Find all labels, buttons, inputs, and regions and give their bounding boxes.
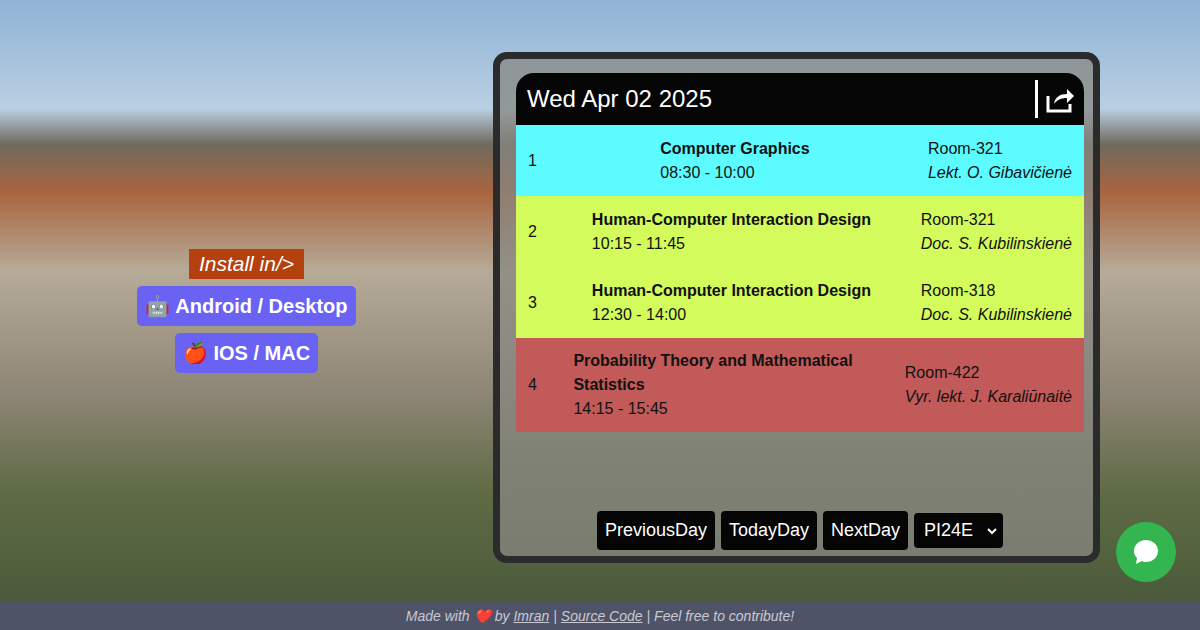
footer-text: | [553, 608, 557, 624]
lesson-time: 12:30 - 14:00 [592, 303, 871, 327]
lesson-room-cell: Room-422Vyr. lekt. J. Karaliūnaitė [905, 361, 1072, 409]
lesson-number: 2 [528, 223, 542, 241]
lesson-time: 08:30 - 10:00 [660, 161, 809, 185]
footer-text: ❤️ [474, 608, 491, 624]
lesson-room: Room-318 [921, 279, 1072, 303]
lesson-room-cell: Room-321Doc. S. Kubilinskienė [921, 208, 1072, 256]
lesson-room-cell: Room-321Lekt. O. Gibavičienė [928, 137, 1072, 185]
lesson-number: 4 [528, 376, 542, 394]
lesson-subject: Probability Theory and Mathematical Stat… [573, 349, 873, 397]
nav-button[interactable]: NextDay [823, 511, 908, 550]
lesson-teacher: Doc. S. Kubilinskienė [921, 303, 1072, 327]
schedule-header: Wed Apr 02 2025 [516, 73, 1084, 125]
nav-button[interactable]: TodayDay [721, 511, 817, 550]
lesson-teacher: Doc. S. Kubilinskienė [921, 232, 1072, 256]
lesson-row: 1Computer Graphics08:30 - 10:00Room-321L… [516, 125, 1084, 196]
chevron-down-icon [987, 527, 997, 535]
lesson-number: 1 [528, 152, 542, 170]
install-button[interactable]: 🤖 Android / Desktop [137, 286, 355, 326]
lesson-subject: Human-Computer Interaction Design [592, 279, 871, 303]
footer: Made with❤️byImran|Source Code| Feel fre… [0, 602, 1200, 630]
footer-link[interactable]: Imran [513, 608, 549, 624]
lesson-subject-cell: Human-Computer Interaction Design12:30 -… [548, 279, 915, 327]
footer-text: Made with [406, 608, 470, 624]
lesson-subject: Human-Computer Interaction Design [592, 208, 871, 232]
lesson-row: 2 Human-Computer Interaction Design10:15 … [516, 196, 1084, 267]
install-section: Install in/> 🤖 Android / Desktop 🍎 IOS / M… [0, 0, 493, 602]
lesson-room: Room-321 [921, 208, 1072, 232]
chat-button[interactable] [1116, 522, 1176, 582]
share-icon [1044, 84, 1076, 114]
lesson-teacher: Vyr. lekt. J. Karaliūnaitė [905, 385, 1072, 409]
schedule-panel: Wed Apr 02 2025 1 Computer Graphics08:30 -… [493, 52, 1100, 563]
footer-link[interactable]: Source Code [561, 608, 643, 624]
lesson-time: 14:15 - 15:45 [573, 397, 873, 421]
lesson-room: Room-321 [928, 137, 1072, 161]
lesson-subject-cell: Human-Computer Interaction Design10:15 -… [548, 208, 915, 256]
chat-icon [1131, 537, 1161, 567]
lesson-subject-cell: Computer Graphics08:30 - 10:00 [548, 137, 922, 185]
nav-button[interactable]: PreviousDay [597, 511, 715, 550]
lesson-teacher: Lekt. O. Gibavičienė [928, 161, 1072, 185]
background-photo: Install in/> 🤖 Android / Desktop 🍎 IOS / M… [0, 0, 1200, 602]
share-button[interactable] [1035, 80, 1078, 118]
day-navigation: PreviousDayTodayDayNextDayPI24E [516, 511, 1084, 550]
footer-text: | Feel free to contribute! [647, 608, 795, 624]
lesson-subject-cell: Probability Theory and Mathematical Stat… [548, 349, 899, 421]
group-select[interactable]: PI24E [914, 513, 1003, 548]
date-title: Wed Apr 02 2025 [527, 85, 712, 113]
footer-text: by [495, 608, 510, 624]
install-button[interactable]: 🍎 IOS / MAC [175, 333, 318, 373]
lesson-room-cell: Room-318Doc. S. Kubilinskienė [921, 279, 1072, 327]
page: Install in/> 🤖 Android / Desktop 🍎 IOS / M… [0, 0, 1200, 630]
install-label: Install in/> [189, 249, 304, 279]
lesson-row: 4 Probability Theory and Mathematical Sta… [516, 338, 1084, 432]
lesson-subject: Computer Graphics [660, 137, 809, 161]
lesson-time: 10:15 - 11:45 [592, 232, 871, 256]
lesson-number: 3 [528, 294, 542, 312]
schedule: Wed Apr 02 2025 1 Computer Graphics08:30 -… [516, 73, 1084, 432]
lesson-room: Room-422 [905, 361, 1072, 385]
lesson-row: 3 Human-Computer Interaction Design12:30 … [516, 267, 1084, 338]
